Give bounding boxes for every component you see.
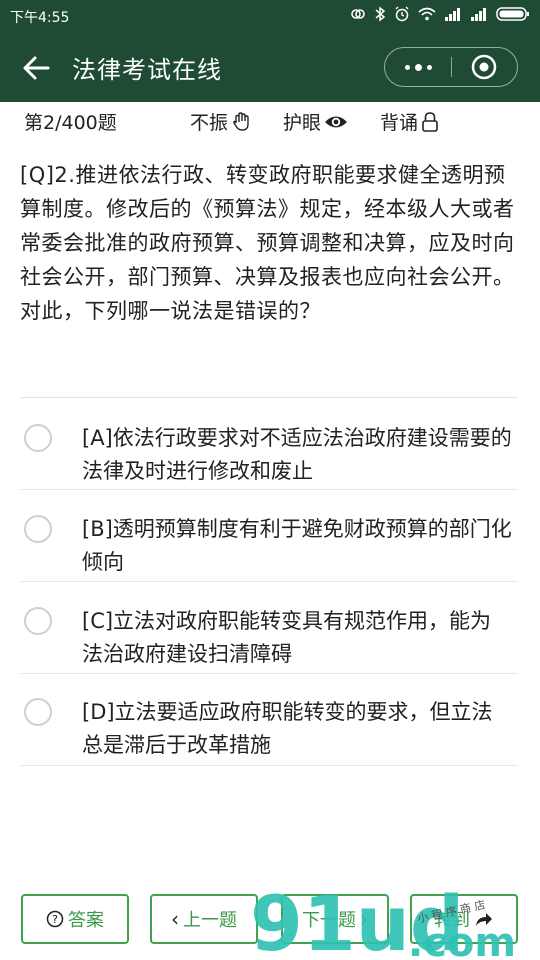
- link-icon: [351, 9, 365, 19]
- next-question-button[interactable]: 下一题 ›: [281, 894, 389, 944]
- eye-protection-label: 护眼: [283, 112, 322, 134]
- signal-icon-2: [471, 8, 486, 21]
- hand-icon: [233, 111, 249, 131]
- more-menu-button[interactable]: [385, 48, 451, 86]
- option-c[interactable]: [C]立法对政府职能转变具有规范作用，能为法治政府建设扫清障碍: [20, 582, 518, 674]
- wifi-icon: [418, 7, 436, 21]
- radio-button[interactable]: [24, 698, 52, 726]
- vibrate-toggle[interactable]: 不振: [190, 108, 253, 135]
- miniprogram-capsule: [384, 47, 518, 87]
- option-text: [C]立法对政府职能转变具有规范作用，能为法治政府建设扫清障碍: [82, 609, 492, 666]
- recite-mode-toggle[interactable]: 背诵: [380, 108, 439, 135]
- chevron-left-icon: ‹: [171, 907, 179, 931]
- more-dot-icon: [404, 64, 410, 70]
- eye-icon: [325, 116, 348, 127]
- target-circle-icon: [471, 54, 497, 80]
- option-b[interactable]: [B]透明预算制度有利于避免财政预算的部门化倾向: [20, 490, 518, 582]
- question-info-row: 第2/400题 不振 护眼 背诵: [0, 102, 540, 138]
- answer-label: 答案: [68, 910, 104, 931]
- option-a[interactable]: [A]依法行政要求对不适应法治政府建设需要的法律及时进行修改和废止: [20, 398, 518, 490]
- alarm-icon: [395, 6, 409, 22]
- battery-icon: [496, 7, 529, 21]
- goto-label: 转到: [434, 910, 470, 931]
- option-text: [D]立法要适应政府职能转变的要求，但立法总是滞后于改革措施: [82, 700, 493, 757]
- close-miniprogram-button[interactable]: [451, 48, 517, 86]
- next-label: 下一题: [302, 910, 356, 931]
- question-text: [Q]2.推进依法行政、转变政府职能要求健全透明预算制度。修改后的《预算法》规定…: [20, 163, 515, 323]
- option-d[interactable]: [D]立法要适应政府职能转变的要求，但立法总是滞后于改革措施: [20, 674, 518, 766]
- help-circle-icon: ?: [46, 910, 64, 928]
- eye-protection-toggle[interactable]: 护眼: [283, 108, 348, 135]
- radio-button[interactable]: [24, 515, 52, 543]
- goto-question-button[interactable]: 转到: [410, 894, 518, 944]
- svg-text:?: ?: [52, 913, 58, 926]
- status-bar: 下午4:55: [0, 0, 540, 32]
- option-divider: [20, 765, 518, 766]
- status-time: 下午4:55: [10, 10, 70, 26]
- prev-label: 上一题: [183, 910, 237, 931]
- signal-icon: [445, 8, 460, 21]
- nav-bar: 法律考试在线: [0, 32, 540, 102]
- answer-button[interactable]: ? 答案: [21, 894, 129, 944]
- more-dot-icon: [426, 64, 432, 70]
- more-dot-icon: [414, 63, 422, 71]
- bluetooth-icon: [375, 6, 386, 22]
- lock-icon: [422, 111, 438, 132]
- back-arrow-icon[interactable]: [20, 52, 52, 84]
- radio-button[interactable]: [24, 607, 52, 635]
- question-counter: 第2/400题: [24, 112, 117, 134]
- share-arrow-icon: [476, 913, 492, 926]
- chevron-right-icon: ›: [360, 907, 368, 931]
- option-text: [A]依法行政要求对不适应法治政府建设需要的法律及时进行修改和废止: [82, 426, 512, 483]
- option-text: [B]透明预算制度有利于避免财政预算的部门化倾向: [82, 517, 512, 574]
- recite-mode-label: 背诵: [380, 112, 419, 134]
- prev-question-button[interactable]: ‹ 上一题: [150, 894, 258, 944]
- status-icons: [350, 6, 530, 22]
- vibrate-label: 不振: [190, 112, 229, 134]
- page-title: 法律考试在线: [72, 56, 222, 84]
- radio-button[interactable]: [24, 424, 52, 452]
